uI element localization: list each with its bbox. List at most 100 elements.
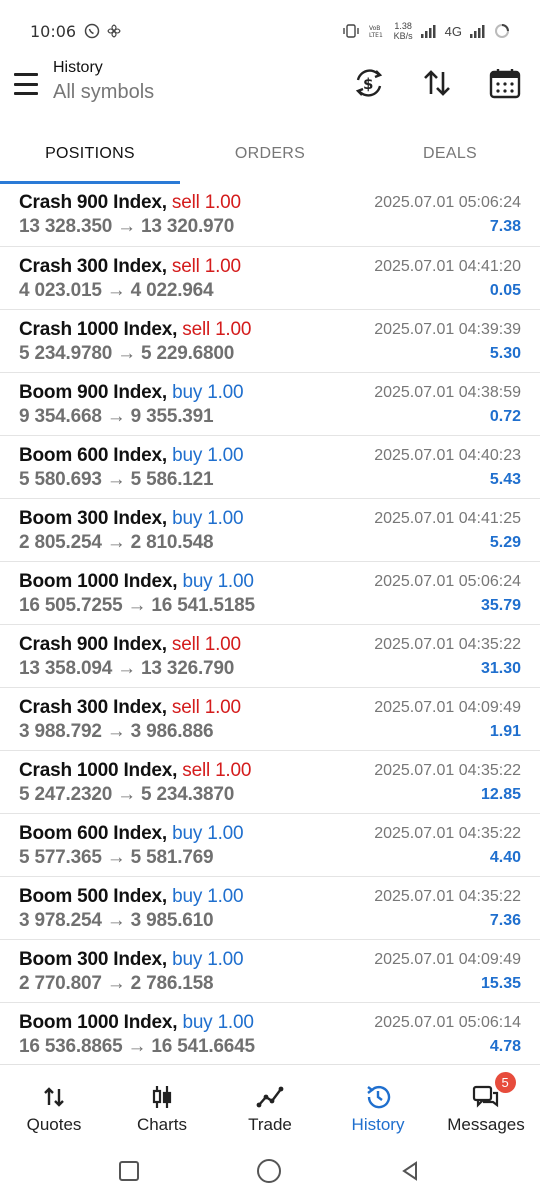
open-close-prices: 5 577.365 → 5 581.769 xyxy=(19,847,214,868)
position-row[interactable]: Crash 300 Index, sell 1.00 3 988.792 → 3 … xyxy=(0,687,540,750)
open-close-prices: 3 978.254 → 3 985.610 xyxy=(19,910,214,931)
tab-positions[interactable]: POSITIONS xyxy=(0,124,180,184)
position-row[interactable]: Crash 300 Index, sell 1.00 4 023.015 → 4 … xyxy=(0,246,540,309)
position-profit: 7.36 xyxy=(489,912,521,929)
trade-side: buy 1.00 xyxy=(172,382,244,403)
position-profit: 31.30 xyxy=(480,660,521,677)
system-navigation xyxy=(0,1142,540,1200)
nav-quotes[interactable]: Quotes xyxy=(0,1065,108,1142)
position-date: 2025.07.01 04:35:22 xyxy=(374,825,521,842)
messages-badge: 5 xyxy=(494,1072,516,1093)
open-close-prices: 13 358.094 → 13 326.790 xyxy=(19,658,235,679)
position-row[interactable]: Crash 1000 Index, sell 1.00 5 234.9780 → … xyxy=(0,309,540,372)
position-date: 2025.07.01 05:06:24 xyxy=(374,194,521,211)
position-symbol: Boom 600 Index, buy 1.00 xyxy=(19,823,244,845)
symbol-name: Boom 900 Index, xyxy=(19,382,167,403)
symbol-name: Boom 1000 Index, xyxy=(19,571,178,592)
position-symbol: Boom 300 Index, buy 1.00 xyxy=(19,508,244,530)
open-close-prices: 5 580.693 → 5 586.121 xyxy=(19,469,214,490)
nav-history[interactable]: History xyxy=(324,1065,432,1142)
trade-side: buy 1.00 xyxy=(182,1012,254,1033)
position-date: 2025.07.01 04:35:22 xyxy=(374,762,521,779)
position-date: 2025.07.01 04:39:39 xyxy=(374,321,521,338)
position-row[interactable]: Boom 900 Index, buy 1.00 9 354.668 → 9 35… xyxy=(0,372,540,435)
candlestick-icon xyxy=(152,1086,172,1108)
position-date: 2025.07.01 04:40:23 xyxy=(374,447,521,464)
symbol-name: Crash 1000 Index, xyxy=(19,319,178,340)
open-close-prices: 5 234.9780 → 5 229.6800 xyxy=(19,343,235,364)
position-date: 2025.07.01 04:09:49 xyxy=(374,699,521,716)
position-profit: 1.91 xyxy=(489,723,521,740)
position-row[interactable]: Boom 300 Index, buy 1.00 2 805.254 → 2 81… xyxy=(0,498,540,561)
position-row[interactable]: Crash 1000 Index, sell 1.00 5 247.2320 → … xyxy=(0,750,540,813)
fan-icon xyxy=(107,24,121,38)
symbol-name: Crash 900 Index, xyxy=(19,192,167,213)
position-symbol: Boom 1000 Index, buy 1.00 xyxy=(19,571,254,593)
trade-side: buy 1.00 xyxy=(172,445,244,466)
trade-side: buy 1.00 xyxy=(172,823,244,844)
open-close-prices: 9 354.668 → 9 355.391 xyxy=(19,406,214,427)
symbol-filter[interactable]: All symbols xyxy=(53,81,154,104)
recents-button[interactable] xyxy=(119,1161,139,1181)
position-profit: 4.40 xyxy=(489,849,521,866)
menu-icon[interactable] xyxy=(14,73,38,95)
position-symbol: Boom 300 Index, buy 1.00 xyxy=(19,949,244,971)
position-row[interactable]: Boom 300 Index, buy 1.00 2 770.807 → 2 78… xyxy=(0,939,540,1002)
nav-messages[interactable]: Messages 5 xyxy=(432,1065,540,1142)
position-symbol: Boom 600 Index, buy 1.00 xyxy=(19,445,244,467)
trade-side: sell 1.00 xyxy=(171,634,241,655)
tab-deals[interactable]: DEALS xyxy=(360,124,540,184)
symbol-name: Crash 900 Index, xyxy=(19,634,167,655)
svg-text:$: $ xyxy=(363,75,373,93)
position-row[interactable]: Crash 900 Index, sell 1.00 13 358.094 → 1… xyxy=(0,624,540,687)
tab-orders[interactable]: ORDERS xyxy=(180,124,360,184)
home-button[interactable] xyxy=(257,1159,281,1183)
position-date: 2025.07.01 04:09:49 xyxy=(374,951,521,968)
trade-side: sell 1.00 xyxy=(182,760,252,781)
trade-side: buy 1.00 xyxy=(172,886,244,907)
nav-trade[interactable]: Trade xyxy=(216,1065,324,1142)
position-date: 2025.07.01 04:41:20 xyxy=(374,258,521,275)
nav-quotes-label: Quotes xyxy=(26,1115,82,1134)
position-row[interactable]: Boom 1000 Index, buy 1.00 16 505.7255 → 1… xyxy=(0,561,540,624)
position-profit: 5.29 xyxy=(489,534,521,551)
history-tabs: POSITIONS ORDERS DEALS xyxy=(0,124,540,184)
page-title: History xyxy=(53,59,103,76)
position-symbol: Crash 1000 Index, sell 1.00 xyxy=(19,319,251,341)
symbol-name: Boom 600 Index, xyxy=(19,445,167,466)
nav-messages-label: Messages xyxy=(447,1115,525,1134)
position-date: 2025.07.01 04:38:59 xyxy=(374,384,521,401)
symbol-name: Boom 1000 Index, xyxy=(19,1012,178,1033)
position-row[interactable]: Crash 900 Index, sell 1.00 13 328.350 → 1… xyxy=(0,183,540,246)
position-profit: 5.30 xyxy=(489,345,521,362)
position-row[interactable]: Boom 500 Index, buy 1.00 3 978.254 → 3 98… xyxy=(0,876,540,939)
sort-icon[interactable] xyxy=(420,66,454,100)
position-symbol: Crash 900 Index, sell 1.00 xyxy=(19,634,241,656)
position-symbol: Crash 1000 Index, sell 1.00 xyxy=(19,760,251,782)
back-button[interactable] xyxy=(399,1160,421,1182)
position-row[interactable]: Boom 600 Index, buy 1.00 5 580.693 → 5 58… xyxy=(0,435,540,498)
position-row[interactable]: Boom 1000 Index, buy 1.00 16 536.8865 → 1… xyxy=(0,1002,540,1065)
open-close-prices: 3 988.792 → 3 986.886 xyxy=(19,721,214,742)
app-header: History All symbols $ xyxy=(0,56,540,118)
position-profit: 4.78 xyxy=(489,1038,521,1055)
nav-charts[interactable]: Charts xyxy=(108,1065,216,1142)
signal-icon xyxy=(420,25,436,38)
position-symbol: Crash 900 Index, sell 1.00 xyxy=(19,192,241,214)
position-profit: 35.79 xyxy=(480,597,521,614)
position-symbol: Boom 900 Index, buy 1.00 xyxy=(19,382,244,404)
symbol-name: Boom 500 Index, xyxy=(19,886,167,907)
nav-charts-label: Charts xyxy=(136,1115,188,1134)
nav-trade-label: Trade xyxy=(248,1115,292,1134)
open-close-prices: 2 770.807 → 2 786.158 xyxy=(19,973,214,994)
title-block[interactable]: History All symbols xyxy=(53,59,154,104)
nav-history-label: History xyxy=(351,1115,405,1134)
open-close-prices: 5 247.2320 → 5 234.3870 xyxy=(19,784,235,805)
open-close-prices: 2 805.254 → 2 810.548 xyxy=(19,532,214,553)
symbol-name: Boom 300 Index, xyxy=(19,508,167,529)
currency-exchange-icon[interactable]: $ xyxy=(352,66,386,100)
battery-ring-icon xyxy=(495,24,509,38)
calendar-icon[interactable] xyxy=(488,66,522,100)
position-row[interactable]: Boom 600 Index, buy 1.00 5 577.365 → 5 58… xyxy=(0,813,540,876)
speed-unit: KB/s xyxy=(393,31,413,41)
